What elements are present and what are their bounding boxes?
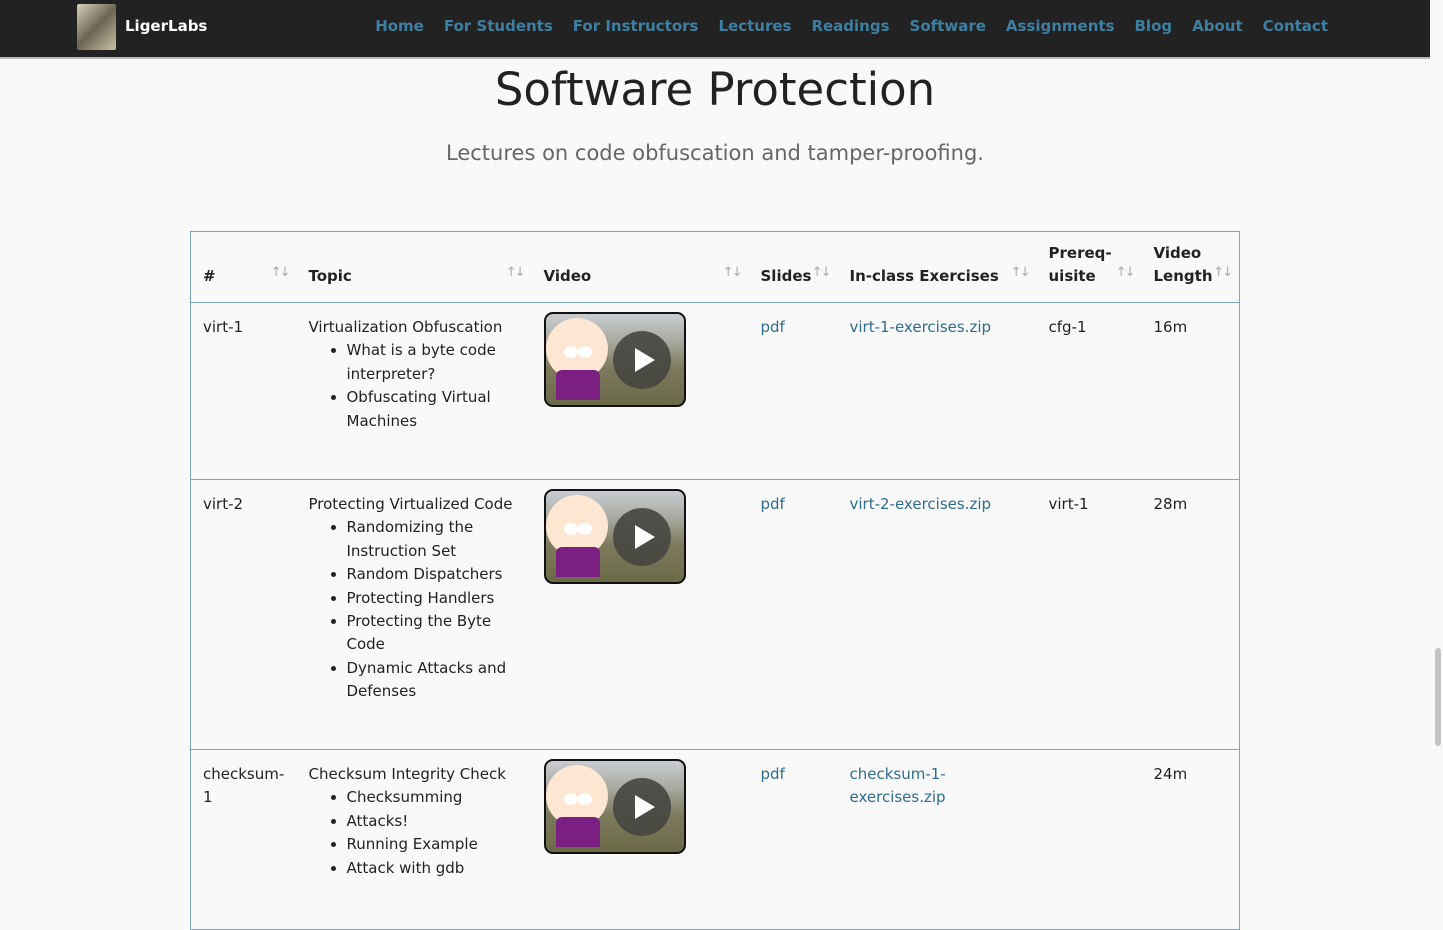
column-header[interactable]: Topic ↑↓ — [296, 231, 532, 303]
exercises-link[interactable]: virt-1-exercises.zip — [850, 318, 992, 336]
nav-link-assignments[interactable]: Assignments — [1006, 17, 1115, 35]
nav-link-contact[interactable]: Contact — [1263, 17, 1328, 35]
header-label: Video Length — [1153, 244, 1213, 285]
character-body — [555, 370, 600, 400]
prereq-cell: cfg-1 — [1036, 302, 1142, 480]
exercises-link[interactable]: virt-2-exercises.zip — [850, 495, 992, 513]
prereq-cell — [1036, 749, 1142, 930]
nav-link-blog[interactable]: Blog — [1135, 17, 1173, 35]
video-thumbnail[interactable] — [543, 489, 686, 584]
topic-cell: Protecting Virtualized Code Randomizing t… — [296, 479, 532, 750]
subtopic-item: Protecting Handlers — [347, 587, 520, 610]
video-cell — [531, 479, 749, 750]
column-header[interactable]: Prereq-uisite ↑↓ — [1036, 231, 1142, 303]
column-header[interactable]: Video ↑↓ — [531, 231, 749, 303]
subtopic-item: Obfuscating Virtual Machines — [347, 386, 520, 433]
nav-menu: Home For Students For Instructors Lectures R… — [375, 17, 1328, 35]
subtopic-item: Checksumming — [347, 786, 520, 809]
nav-link-for-students[interactable]: For Students — [444, 17, 553, 35]
subtopic-list: ChecksummingAttacks!Running ExampleAttac… — [309, 786, 520, 880]
topic-cell: Checksum Integrity CheckChecksummingAtta… — [296, 749, 532, 930]
header-label: Video — [543, 267, 592, 285]
subtopic-item: What is a byte code interpreter? — [347, 339, 520, 386]
topic-cell: Virtualization Obfuscation What is a byte… — [296, 302, 532, 480]
sort-arrows-icon[interactable]: ↑↓ — [723, 261, 743, 284]
character-body — [555, 817, 600, 847]
topic-title: Checksum Integrity Check — [308, 765, 506, 783]
lecture-id: virt-2 — [190, 479, 297, 750]
page-subtitle: Lectures on code obfuscation and tamper-… — [446, 141, 984, 165]
header-label: Slides — [760, 267, 812, 285]
top-navbar: LigerLabs Home For Students For Instructor… — [0, 0, 1430, 59]
table-row: checksum-1 Checksum Integrity Check Check… — [190, 749, 1240, 930]
video-length: 24m — [1141, 749, 1240, 930]
sort-arrows-icon[interactable]: ↑↓ — [1011, 261, 1031, 284]
nav-link-about[interactable]: About — [1192, 17, 1243, 35]
exercises-link[interactable]: checksum-1-exercises.zip — [850, 765, 946, 806]
header-label: # — [203, 267, 216, 285]
subtopic-item: Running Example — [347, 833, 520, 856]
video-cell — [531, 302, 749, 480]
column-header[interactable]: Video Length ↑↓ — [1141, 231, 1240, 303]
nav-link-readings[interactable]: Readings — [811, 17, 889, 35]
subtopic-item: Randomizing the Instruction Set — [347, 516, 520, 563]
scrollbar[interactable] — [1435, 648, 1441, 746]
sort-arrows-icon[interactable]: ↑↓ — [1116, 261, 1136, 284]
play-icon[interactable] — [612, 508, 671, 566]
lecture-id: virt-1 — [190, 302, 297, 480]
table-row: virt-2 Protecting Virtualized Code Random… — [190, 479, 1240, 750]
header-label: In-class Exercises — [849, 267, 999, 285]
subtopic-list: What is a byte code interpreter?Obfuscat… — [309, 339, 520, 433]
ligerlabs-logo[interactable] — [77, 4, 116, 50]
topic-title: Protecting Virtualized Code — [308, 495, 513, 513]
table-row: virt-1 Virtualization Obfuscation What is… — [190, 302, 1240, 480]
video-cell — [531, 749, 749, 930]
header-label: Topic — [308, 267, 352, 285]
topic-title: Virtualization Obfuscation — [308, 318, 503, 336]
subtopic-item: Random Dispatchers — [347, 563, 520, 586]
column-header[interactable]: # ↑↓ — [190, 231, 297, 303]
brand-name[interactable]: LigerLabs — [125, 17, 207, 35]
slides-link[interactable]: pdf — [761, 495, 785, 513]
header-label: Prereq-uisite — [1048, 244, 1112, 285]
column-header[interactable]: In-class Exercises ↑↓ — [837, 231, 1037, 303]
slides-link[interactable]: pdf — [761, 318, 785, 336]
video-thumbnail[interactable] — [543, 759, 686, 854]
nav-link-for-instructors[interactable]: For Instructors — [573, 17, 699, 35]
lecture-id: checksum-1 — [190, 749, 297, 930]
column-header[interactable]: Slides ↑↓ — [748, 231, 838, 303]
subtopic-item: Dynamic Attacks and Defenses — [347, 657, 520, 704]
prereq-cell: virt-1 — [1036, 479, 1142, 750]
play-icon[interactable] — [612, 331, 671, 389]
sort-arrows-icon[interactable]: ↑↓ — [506, 261, 526, 284]
sort-arrows-icon[interactable]: ↑↓ — [812, 261, 832, 284]
video-length: 28m — [1141, 479, 1240, 750]
nav-link-home[interactable]: Home — [375, 17, 424, 35]
sort-arrows-icon[interactable]: ↑↓ — [271, 261, 291, 284]
subtopic-list: Randomizing the Instruction SetRandom Di… — [309, 516, 520, 703]
video-thumbnail[interactable] — [543, 312, 686, 407]
character-body — [555, 547, 600, 577]
subtopic-item: Protecting the Byte Code — [347, 610, 520, 657]
subtopic-item: Attack with gdb — [347, 857, 520, 880]
page-title: Software Protection — [494, 63, 936, 116]
video-length: 16m — [1141, 302, 1240, 480]
nav-link-software[interactable]: Software — [910, 17, 986, 35]
lectures-table: # ↑↓ Topic ↑↓ Video ↑↓ Slides ↑↓ In-class Exerci… — [190, 231, 1240, 930]
subtopic-item: Attacks! — [347, 810, 520, 833]
play-icon[interactable] — [612, 778, 671, 836]
sort-arrows-icon[interactable]: ↑↓ — [1213, 261, 1233, 284]
slides-link[interactable]: pdf — [761, 765, 785, 783]
nav-link-lectures[interactable]: Lectures — [718, 17, 791, 35]
